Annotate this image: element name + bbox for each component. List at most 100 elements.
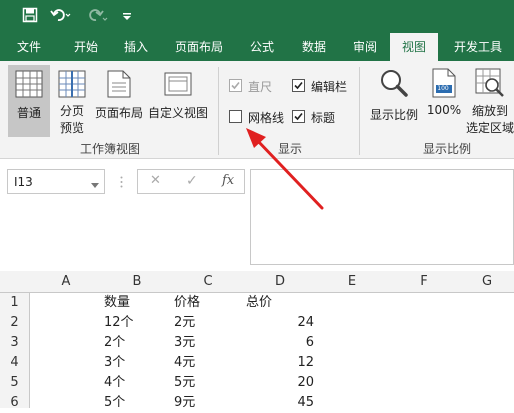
worksheet-grid: A B C D E F G 1 2 3 4 5 6 数量 价格 总价 12个 2… (0, 271, 514, 410)
headings-checkbox[interactable]: 标题 (292, 109, 352, 125)
group-separator (359, 67, 360, 155)
workbook-views-group-label: 工作簿视图 (79, 142, 140, 156)
gridlines-label: 网格线 (248, 111, 285, 125)
normal-view-button[interactable]: 普通 (8, 65, 50, 137)
page-break-label-2: 预览 (59, 121, 84, 135)
formula-input[interactable] (250, 169, 514, 265)
formula-buttons: ✕ ✓ fx (137, 169, 245, 194)
name-box[interactable]: I13 (7, 169, 105, 194)
cell-c3[interactable]: 3元 (174, 333, 242, 353)
cell-d5[interactable]: 20 (246, 373, 314, 393)
tab-insert[interactable]: 插入 (114, 33, 158, 61)
ruler-label: 直尺 (248, 80, 273, 94)
tab-developer[interactable]: 开发工具 (442, 33, 514, 61)
page-layout-view-button[interactable]: 页面布局 (93, 65, 145, 137)
cell-d1[interactable]: 总价 (246, 293, 314, 313)
redo-icon[interactable] (86, 7, 108, 26)
zoom-group-label: 显示比例 (422, 142, 471, 156)
column-header-a[interactable]: A (30, 271, 102, 293)
chevron-down-icon[interactable] (91, 178, 99, 192)
tab-home[interactable]: 开始 (58, 33, 114, 61)
cancel-button[interactable]: ✕ (150, 173, 161, 188)
gridlines-check-box (229, 110, 242, 123)
tab-file[interactable]: 文件 (0, 33, 58, 61)
show-group-label: 显示 (277, 142, 302, 156)
select-all-corner[interactable] (0, 271, 30, 293)
column-header-b[interactable]: B (102, 271, 172, 293)
formula-bar-check-box (292, 79, 305, 92)
row-header-2[interactable]: 2 (0, 313, 30, 333)
zoom-selection-icon (466, 68, 514, 101)
zoom-to-selection-button[interactable]: 缩放到 选定区域 (466, 65, 514, 137)
undo-icon[interactable] (50, 7, 72, 26)
custom-views-button[interactable]: 自定义视图 (147, 65, 209, 137)
cell-d6[interactable]: 45 (246, 393, 314, 413)
cell-c4[interactable]: 4元 (174, 353, 242, 373)
page-break-preview-button[interactable]: 分页 预览 (52, 65, 92, 137)
ribbon-tabs: 文件 开始 插入 页面布局 公式 数据 审阅 视图 开发工具 (0, 33, 514, 61)
cell-b1[interactable]: 数量 (104, 293, 170, 313)
cell-b4[interactable]: 3个 (104, 353, 170, 373)
formula-bar-label: 编辑栏 (311, 80, 348, 94)
normal-view-label: 普通 (16, 106, 41, 120)
cell-b6[interactable]: 5个 (104, 393, 170, 413)
zoom-100-label: 100% (426, 103, 462, 117)
tab-review[interactable]: 审阅 (342, 33, 388, 61)
column-header-c[interactable]: C (172, 271, 244, 293)
page-layout-icon (93, 70, 145, 101)
cell-c1[interactable]: 价格 (174, 293, 242, 313)
row-header-4[interactable]: 4 (0, 353, 30, 373)
row-header-5[interactable]: 5 (0, 373, 30, 393)
cell-c2[interactable]: 2元 (174, 313, 242, 333)
drag-handle-icon[interactable] (120, 176, 123, 191)
column-header-f[interactable]: F (388, 271, 460, 293)
cell-b3[interactable]: 2个 (104, 333, 170, 353)
tab-data[interactable]: 数据 (290, 33, 338, 61)
row-header-1[interactable]: 1 (0, 293, 30, 313)
title-bar (0, 0, 514, 33)
normal-view-icon (8, 70, 50, 101)
formula-bar-checkbox[interactable]: 编辑栏 (292, 78, 362, 94)
formula-bar: I13 ✕ ✓ fx (0, 159, 514, 271)
page-layout-label: 页面布局 (94, 106, 143, 120)
name-box-value: I13 (14, 175, 33, 189)
page-break-icon (52, 70, 92, 101)
column-header-d[interactable]: D (244, 271, 316, 293)
cell-c5[interactable]: 5元 (174, 373, 242, 393)
column-header-e[interactable]: E (316, 271, 388, 293)
cell-b5[interactable]: 4个 (104, 373, 170, 393)
ruler-check-box (229, 79, 242, 92)
cell-b2[interactable]: 12个 (104, 313, 170, 333)
cell-c6[interactable]: 9元 (174, 393, 242, 413)
zoom-button[interactable]: 显示比例 (368, 65, 420, 137)
cell-d3[interactable]: 6 (246, 333, 314, 353)
zoom-label: 显示比例 (369, 108, 418, 122)
tab-view[interactable]: 视图 (390, 33, 438, 61)
headings-label: 标题 (311, 111, 336, 125)
row-header-3[interactable]: 3 (0, 333, 30, 353)
zoom-selection-label-2: 选定区域 (466, 121, 514, 135)
zoom-100-badge: 100 (437, 85, 449, 92)
page-break-label-1: 分页 (59, 104, 84, 118)
insert-function-button[interactable]: fx (222, 173, 234, 188)
zoom-100-icon: 100 (430, 68, 458, 98)
ruler-checkbox[interactable]: 直尺 (229, 78, 279, 94)
column-header-g[interactable]: G (460, 271, 514, 293)
enter-button[interactable]: ✓ (186, 173, 198, 189)
cell-d2[interactable]: 24 (246, 313, 314, 333)
row-header-6[interactable]: 6 (0, 393, 30, 410)
gridlines-checkbox[interactable]: 网格线 (229, 109, 289, 125)
tab-page-layout[interactable]: 页面布局 (164, 33, 234, 61)
customize-icon[interactable] (122, 7, 132, 26)
save-icon[interactable] (22, 7, 38, 26)
ribbon-view: 普通 分页 预览 页面布局 自定义视图 工作簿视图 直尺 编辑栏 网格线 标题 … (0, 61, 514, 159)
magnifier-icon (368, 68, 420, 101)
group-separator (218, 67, 219, 155)
zoom-100-button[interactable]: 100 100% (424, 65, 464, 137)
zoom-selection-label-1: 缩放到 (471, 104, 508, 118)
custom-views-icon (147, 70, 209, 101)
cell-d4[interactable]: 12 (246, 353, 314, 373)
custom-views-label: 自定义视图 (147, 106, 208, 120)
tab-formulas[interactable]: 公式 (238, 33, 286, 61)
headings-check-box (292, 110, 305, 123)
